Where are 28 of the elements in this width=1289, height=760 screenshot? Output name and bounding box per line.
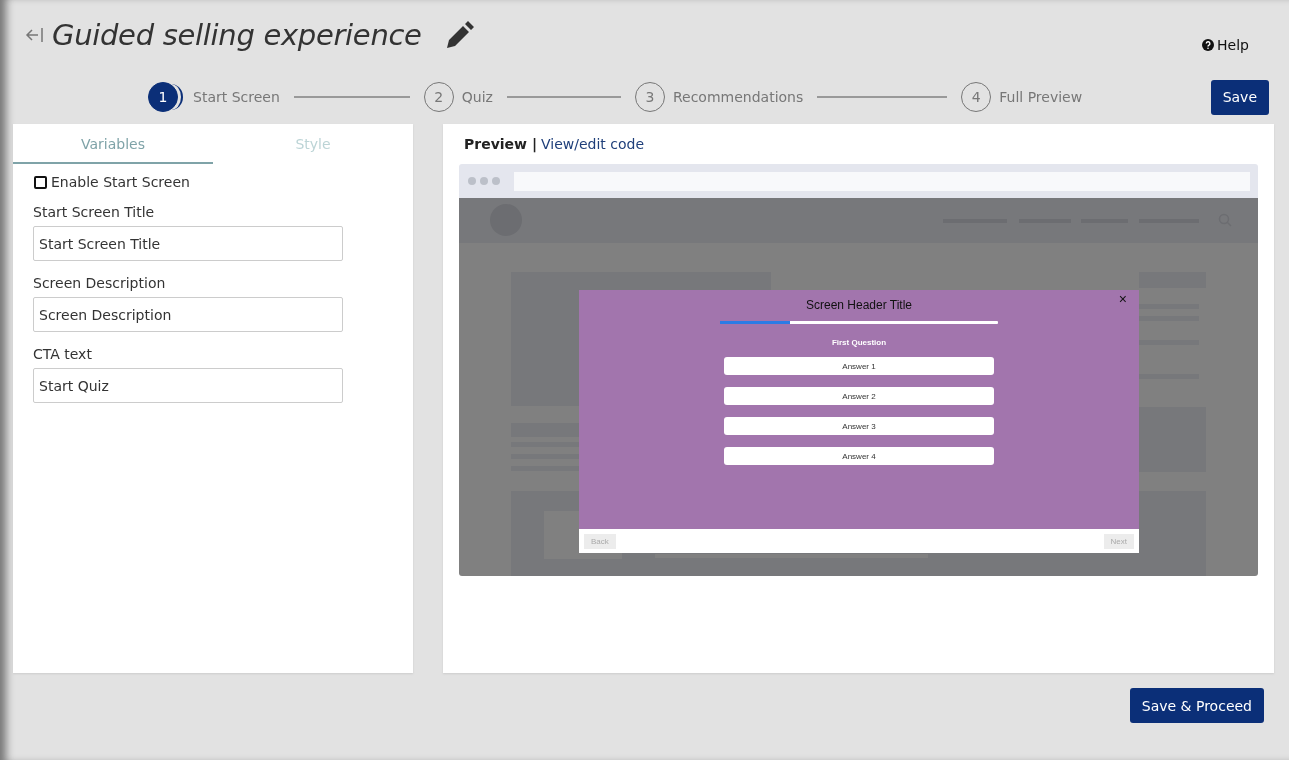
- help-icon: [1202, 39, 1215, 51]
- back-arrow-icon[interactable]: [24, 25, 44, 45]
- checkbox-label: Enable Start Screen: [51, 174, 190, 190]
- step-label: Quiz: [461, 89, 493, 105]
- input-field[interactable]: Screen Description: [33, 297, 343, 332]
- save-button[interactable]: Save: [1210, 79, 1269, 115]
- question-text: First Question: [831, 338, 887, 347]
- view-edit-code-link[interactable]: View/edit code: [541, 136, 645, 152]
- input-field[interactable]: Start Screen Title: [33, 226, 343, 261]
- help-link[interactable]: Help: [1202, 37, 1249, 53]
- answer-button[interactable]: Answer 1: [724, 357, 994, 375]
- answer-button[interactable]: Answer 2: [724, 387, 994, 405]
- step-label: Recommendations: [672, 89, 804, 105]
- answer-button[interactable]: Answer 4: [724, 447, 994, 465]
- preview-label: Preview |: [464, 136, 537, 152]
- field-label: Start Screen Title: [33, 204, 156, 220]
- field-label: Screen Description: [33, 275, 167, 291]
- input-field[interactable]: Start Quiz: [33, 368, 343, 403]
- save-and-proceed-button[interactable]: Save & Proceed: [1129, 688, 1264, 723]
- checkbox[interactable]: [34, 175, 47, 189]
- field-label: CTA text: [33, 346, 93, 362]
- answer-button[interactable]: Answer 3: [724, 417, 994, 435]
- close-button[interactable]: ×: [1118, 291, 1127, 307]
- step-label: Start Screen: [193, 89, 280, 105]
- modal-title: Screen Header Title: [805, 298, 913, 312]
- page-title: Guided selling experience: [52, 18, 422, 52]
- window-dots-icon: [468, 177, 500, 185]
- step-label: Full Preview: [999, 89, 1083, 105]
